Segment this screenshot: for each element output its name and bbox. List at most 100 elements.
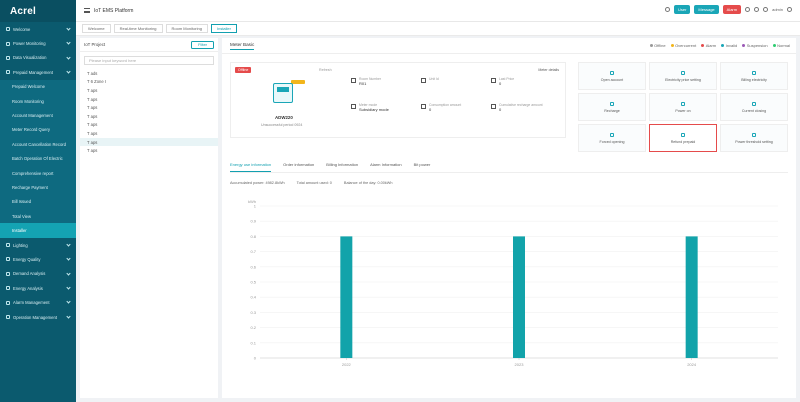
operation-button[interactable]: Electricity price setting [649,62,717,90]
tree-header: IoT Project Filter [80,38,218,52]
tree-node[interactable]: T aps [80,129,218,138]
message-button[interactable]: Message [694,5,719,14]
operation-button[interactable]: Refund prepaid [649,124,717,152]
refresh-link[interactable]: Refresh [319,68,332,72]
fullscreen-icon[interactable] [745,7,751,12]
filter-button[interactable]: Filter [191,40,214,49]
tree-node[interactable]: T aps [80,146,218,155]
sidebar-item[interactable]: Alarm Management [0,295,76,309]
sidebar-item[interactable]: Demand Analysis [0,267,76,281]
meter-field: Last Price 0 [491,77,514,86]
sidebar-item-label: Recharge Payment [12,184,48,190]
sidebar-item[interactable]: Bill Issued [0,194,76,210]
tree-node[interactable]: T aps [80,137,218,147]
menu-icon [6,271,10,276]
sidebar-item[interactable]: Total View [0,209,76,224]
info-tab[interactable]: Bit power [414,162,431,172]
alarm-button[interactable]: Alarm [722,5,742,14]
sidebar-item[interactable]: Batch Operation Of Electric [0,151,76,166]
y-tick-label: 0.7 [250,249,256,254]
tree-node[interactable]: T aps [80,112,218,121]
operation-label: Electricity price setting [665,77,701,82]
field-content: Last Price 0 [499,77,514,86]
sidebar-item[interactable]: Welcome [0,22,76,36]
tree-node[interactable]: T 6 Zone I [80,78,218,87]
chart-bar[interactable] [513,236,525,358]
user-button[interactable]: User [673,5,691,14]
sidebar-item-label: Power Monitoring [13,41,46,47]
username[interactable]: admin [772,7,783,12]
legend-dot [670,44,674,48]
sidebar-item-label: Room Monitoring [12,98,44,104]
x-tick-label: 2024 [687,362,697,367]
sidebar-item[interactable]: Account Management [0,108,76,123]
search-icon[interactable] [664,7,670,12]
tree-node[interactable]: T aps [80,86,218,95]
legend-label: Suspension [746,43,768,48]
sidebar-item[interactable]: Recharge Payment [0,180,76,195]
sidebar-item[interactable]: Lighting [0,238,76,252]
field-content: Unit Id [429,77,439,81]
avatar-icon[interactable] [787,7,792,12]
field-icon [351,78,356,83]
sidebar-item[interactable]: Operation Management [0,310,76,324]
tree-node[interactable]: T aps [80,121,218,130]
operation-button[interactable]: Forced opening [578,124,646,152]
settings-icon[interactable] [763,7,769,12]
page-tab[interactable]: Welcome [82,24,111,33]
tree-node[interactable]: T ads [80,69,218,78]
sidebar-item-label: Prepaid Management [13,69,54,75]
y-tick-label: 0.8 [250,234,256,239]
chevron-down-icon [66,271,71,276]
info-tab[interactable]: Alarm Information [370,162,402,172]
operation-label: Current closing [741,108,767,113]
tree-search-input[interactable]: Please input keyword here [84,56,214,65]
sidebar-item[interactable]: Account Cancellation Record [0,137,76,152]
tree-node[interactable]: T aps [80,103,218,112]
sidebar-item[interactable]: Comprehensive report [0,165,76,181]
chevron-down-icon [66,285,71,290]
meter-subtitle: Unsuccessful period 0924 [261,123,303,127]
field-label: Unit Id [429,77,439,81]
legend-label: Invalid [725,43,738,48]
y-tick-label: 1 [254,204,257,209]
sidebar-item-label: Bill Issued [12,199,32,205]
sidebar-item[interactable]: Meter Record Query [0,122,76,138]
operation-button[interactable]: Power threshold setting [720,124,788,152]
energy-bar-chart: 0 0.1 0.2 0.3 0.4 0.5 0.6 0.7 0.8 0.9 1kWh 2022 2023… [248,199,778,367]
sidebar-item[interactable]: Power Monitoring [0,36,76,50]
page-tab[interactable]: Installer [210,24,237,33]
chevron-down-icon [66,40,71,46]
sidebar-item[interactable]: Data Visualization [0,51,76,65]
meter-badge [291,80,305,84]
chevron-down-icon [66,299,71,305]
operation-button[interactable]: Recharge [578,93,646,121]
tree-node[interactable]: T aps [80,95,218,104]
page-tab[interactable]: Room Monitoring [165,24,208,33]
info-tab[interactable]: Energy use information [230,162,272,172]
sidebar-item[interactable]: Prepaid Welcome [0,79,76,94]
energy-summary: Accumulated power: 4982.8kWh Total amount… [230,181,392,185]
operation-button[interactable]: Open account [578,62,646,90]
sidebar-item[interactable]: Prepaid Management [0,65,76,79]
chart-bar[interactable] [685,236,698,358]
meter-basic-title[interactable]: Meter Basic [230,42,255,50]
operation-button[interactable]: Current closing [720,93,788,121]
page-tab[interactable]: Real-time Monitoring [113,24,163,33]
info-tab[interactable]: Order information [283,162,314,172]
meter-details-link[interactable]: Meter details [538,68,559,72]
operation-button[interactable]: Power on [649,93,717,121]
sidebar-item[interactable]: Room Monitoring [0,93,76,109]
chart-bar[interactable] [340,236,353,358]
y-tick-label: 0.1 [250,340,256,345]
language-icon[interactable] [754,7,760,12]
operation-button[interactable]: Billing electricity [720,62,788,90]
sidebar-item[interactable]: Energy Analysis [0,281,76,295]
info-tab[interactable]: Billing Information [326,162,358,172]
legend-item: Offline [649,43,666,48]
menu-toggle-icon[interactable] [84,8,90,13]
sidebar-item[interactable]: Installer [0,223,76,238]
y-unit-label: kWh [248,199,256,204]
x-tick-label: 2023 [515,362,525,367]
sidebar-item[interactable]: Energy Quality [0,252,76,266]
